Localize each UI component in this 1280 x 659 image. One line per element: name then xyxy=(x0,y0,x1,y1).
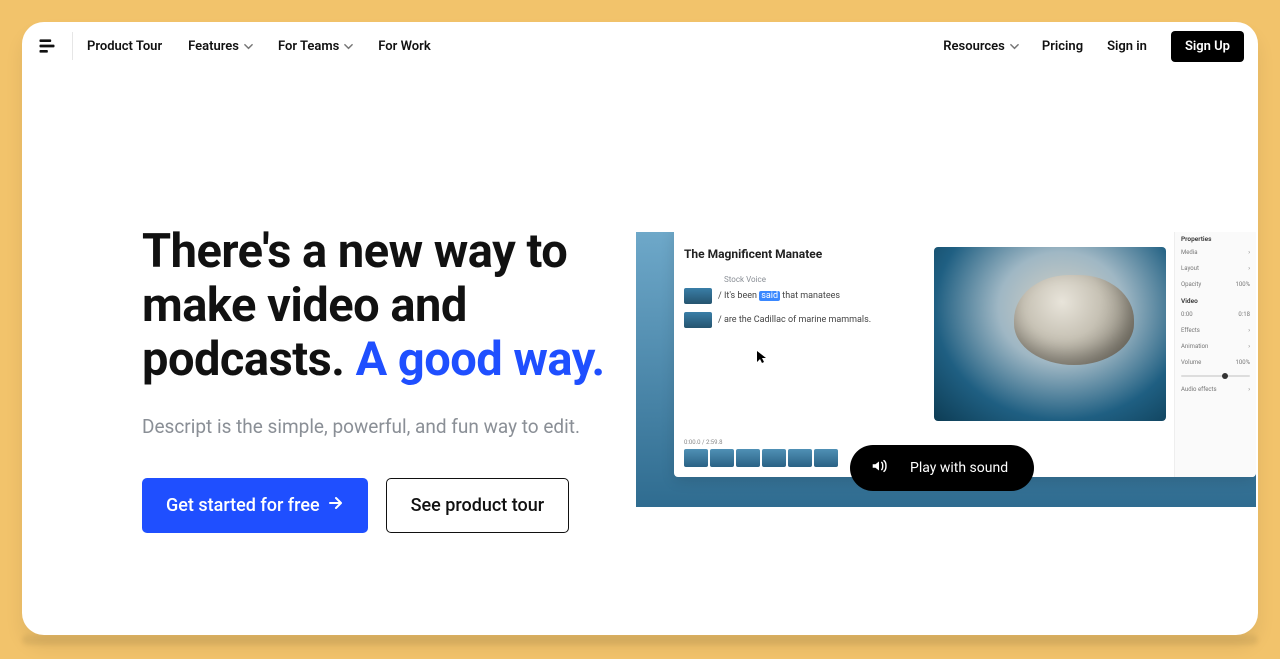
nav-divider xyxy=(72,32,73,60)
chevron-down-icon xyxy=(1010,42,1018,50)
clip-thumb xyxy=(684,288,712,304)
nav-label: For Work xyxy=(378,39,430,54)
app-mockup: The Magnificent Manatee Stock Voice / It… xyxy=(674,232,1256,477)
page-frame: Product Tour Features For Teams For Work… xyxy=(22,22,1258,635)
voice-label: Stock Voice xyxy=(724,275,904,284)
chevron-down-icon xyxy=(344,42,352,50)
timeline-clip[interactable] xyxy=(736,449,760,467)
nav-label: Product Tour xyxy=(87,39,162,54)
nav-label: Pricing xyxy=(1042,39,1083,54)
product-tour-button[interactable]: See product tour xyxy=(386,478,570,533)
top-nav: Product Tour Features For Teams For Work… xyxy=(22,22,1258,70)
button-label: Get started for free xyxy=(166,495,320,516)
nav-features[interactable]: Features xyxy=(188,39,252,54)
hero-title-accent: A good way. xyxy=(356,332,605,387)
timeline-clip[interactable] xyxy=(762,449,786,467)
nav-sign-in[interactable]: Sign in xyxy=(1107,39,1147,54)
script-text: / It's been said that manatees xyxy=(718,291,840,301)
nav-resources[interactable]: Resources xyxy=(943,39,1018,54)
volume-slider[interactable] xyxy=(1181,375,1250,377)
hero-title: There's a new way to make video and podc… xyxy=(142,225,622,387)
timeline-clip[interactable] xyxy=(710,449,734,467)
brand-logo[interactable] xyxy=(36,35,58,57)
get-started-button[interactable]: Get started for free xyxy=(142,478,368,533)
timeline-clip[interactable] xyxy=(788,449,812,467)
video-preview xyxy=(934,247,1166,421)
properties-panel: Properties Media› Layout› Opacity100% Vi… xyxy=(1174,232,1256,477)
hero-subtitle: Descript is the simple, powerful, and fu… xyxy=(142,415,622,438)
selected-word: said xyxy=(759,291,780,301)
speaker-icon xyxy=(870,457,888,479)
script-line: / It's been said that manatees xyxy=(684,288,904,304)
nav-label: Sign in xyxy=(1107,39,1147,54)
section-video: Video xyxy=(1181,297,1250,305)
nav-label: Features xyxy=(188,39,239,54)
chevron-down-icon xyxy=(244,42,252,50)
clip-thumb xyxy=(684,312,712,328)
nav-for-teams[interactable]: For Teams xyxy=(278,39,352,54)
nav-for-work[interactable]: For Work xyxy=(378,39,430,54)
play-with-sound-button[interactable]: Play with sound xyxy=(850,445,1034,491)
manatee-image xyxy=(1014,275,1134,365)
panel-header: Properties xyxy=(1181,235,1250,243)
button-label: See product tour xyxy=(411,495,545,516)
script-line: / are the Cadillac of marine mammals. xyxy=(684,312,904,328)
doc-title: The Magnificent Manatee xyxy=(684,247,904,261)
button-label: Play with sound xyxy=(910,460,1008,476)
button-label: Sign Up xyxy=(1185,39,1230,54)
timeline-clip[interactable] xyxy=(814,449,838,467)
nav-product-tour[interactable]: Product Tour xyxy=(87,39,162,54)
script-text: / are the Cadillac of marine mammals. xyxy=(718,315,871,325)
timeline-clip[interactable] xyxy=(684,449,708,467)
nav-pricing[interactable]: Pricing xyxy=(1042,39,1083,54)
nav-label: Resources xyxy=(943,39,1005,54)
arrow-right-icon xyxy=(328,495,344,516)
cursor-icon xyxy=(756,349,768,363)
sign-up-button[interactable]: Sign Up xyxy=(1171,31,1244,62)
script-pane: The Magnificent Manatee Stock Voice / It… xyxy=(684,247,904,336)
nav-label: For Teams xyxy=(278,39,339,54)
